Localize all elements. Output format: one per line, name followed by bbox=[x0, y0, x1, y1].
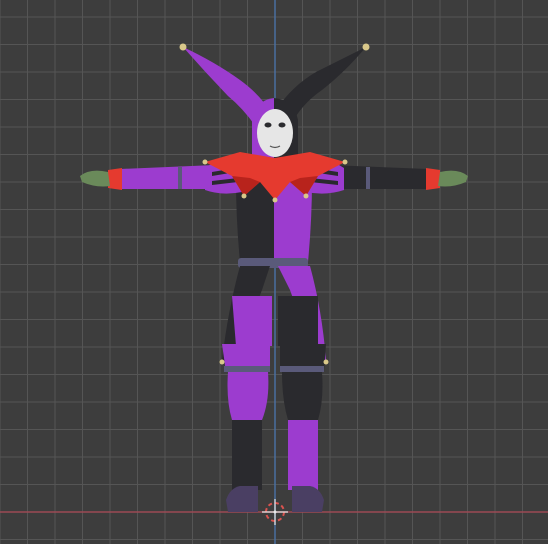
3d-cursor[interactable] bbox=[262, 499, 288, 525]
3d-cursor-center bbox=[273, 510, 277, 514]
3d-viewport[interactable] bbox=[0, 0, 548, 544]
viewport-overlay bbox=[262, 499, 288, 525]
